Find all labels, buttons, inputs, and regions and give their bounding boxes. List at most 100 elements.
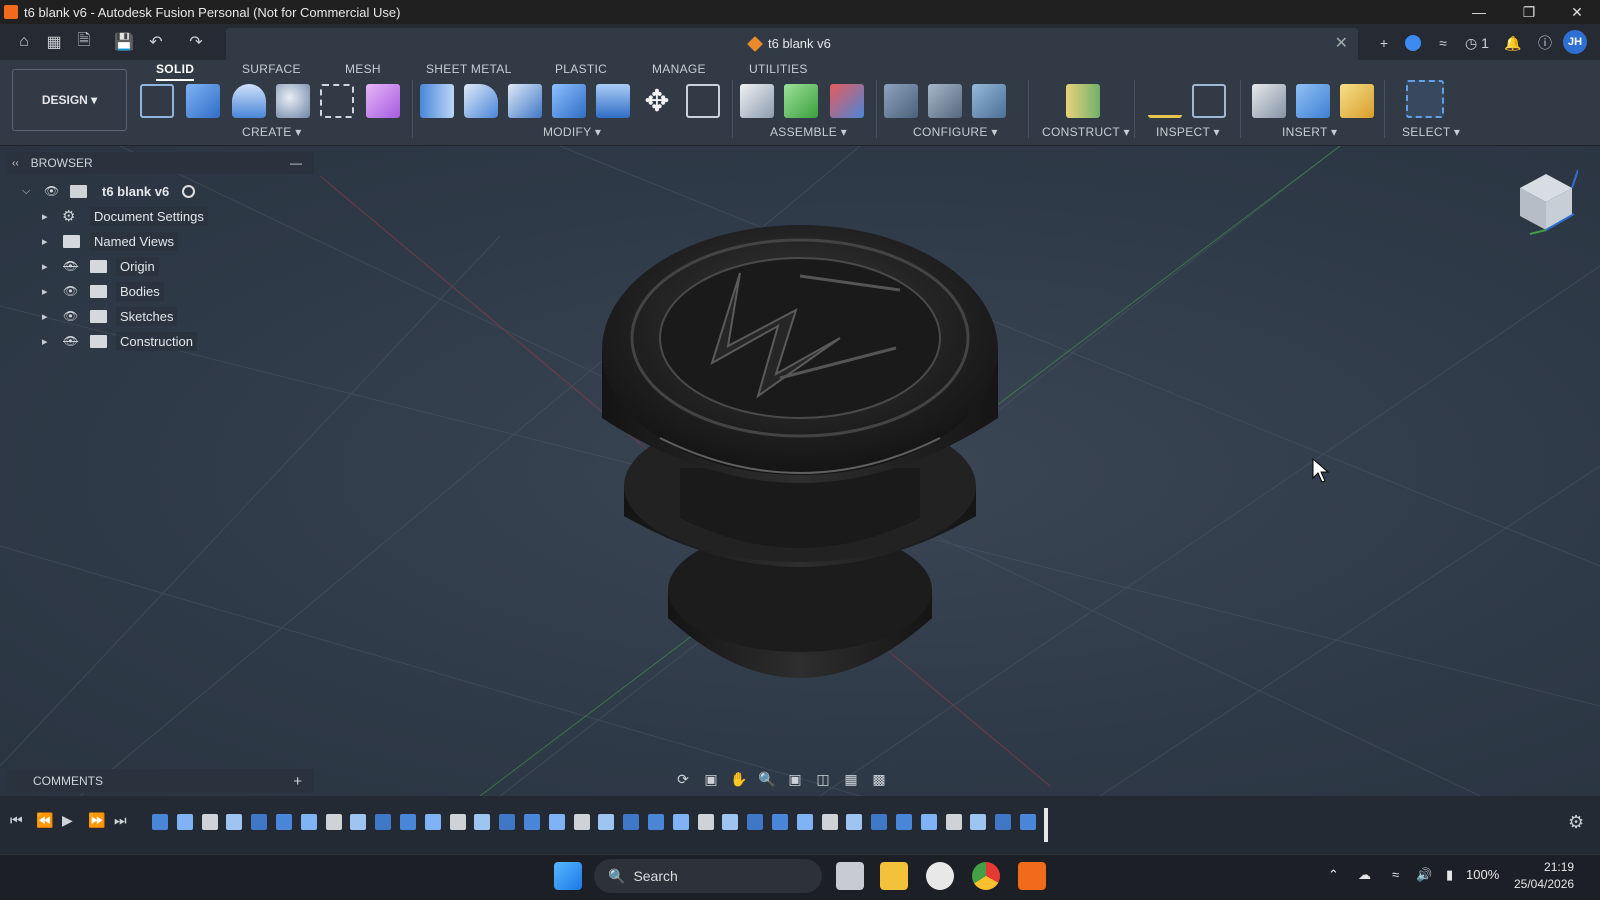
- onedrive-icon[interactable]: ☁: [1358, 867, 1371, 883]
- group-assemble[interactable]: ASSEMBLE ▾: [770, 125, 847, 139]
- chevron-right-icon[interactable]: ▸: [42, 235, 48, 248]
- timeline-feature-icon[interactable]: [598, 814, 615, 830]
- group-select[interactable]: SELECT ▾: [1402, 125, 1460, 139]
- home-icon[interactable]: ⌂: [14, 32, 34, 52]
- timeline-feature-icon[interactable]: [548, 814, 565, 830]
- add-comment-icon[interactable]: +: [293, 773, 302, 790]
- as-built-joint-icon[interactable]: [784, 84, 818, 118]
- joint-origin-icon[interactable]: [830, 84, 864, 118]
- configuration-table-icon[interactable]: [928, 84, 962, 118]
- group-insert[interactable]: INSERT ▾: [1282, 125, 1337, 139]
- timeline-feature-icon[interactable]: [201, 814, 218, 830]
- minimize-browser-icon[interactable]: —: [290, 156, 302, 170]
- extrude-icon[interactable]: [186, 84, 220, 118]
- start-icon[interactable]: [554, 862, 582, 890]
- timeline-feature-icon[interactable]: [300, 814, 317, 830]
- timeline-feature-icon[interactable]: [474, 814, 491, 830]
- fillet-icon[interactable]: [464, 84, 498, 118]
- viewports-icon[interactable]: ▩: [868, 769, 890, 789]
- wifi-icon[interactable]: ≈: [1392, 867, 1399, 882]
- data-panel-icon[interactable]: ▦: [44, 32, 64, 52]
- timeline-feature-icon[interactable]: [722, 814, 739, 830]
- timeline-feature-icon[interactable]: [871, 814, 888, 830]
- hole-icon[interactable]: [276, 84, 310, 118]
- timeline-feature-icon[interactable]: [846, 814, 863, 830]
- job-status-icon[interactable]: ◷ 1: [1460, 32, 1494, 54]
- eye-hidden-icon[interactable]: 👁: [63, 334, 78, 348]
- browser-item-named-views[interactable]: ▸ Named Views: [0, 230, 320, 252]
- chevron-right-icon[interactable]: ▸: [42, 310, 48, 323]
- move-copy-icon[interactable]: ✥: [640, 84, 674, 118]
- timeline-feature-icon[interactable]: [697, 814, 714, 830]
- timeline-feature-icon[interactable]: [796, 814, 813, 830]
- taskbar-search[interactable]: 🔍 Search: [594, 859, 822, 893]
- browser-item-bodies[interactable]: ▸ 👁 Bodies: [0, 280, 320, 302]
- timeline-feature-icon[interactable]: [573, 814, 590, 830]
- orbit-icon[interactable]: ⟳: [672, 769, 694, 789]
- battery-icon[interactable]: ▮: [1446, 867, 1453, 883]
- timeline-feature-icon[interactable]: [152, 814, 168, 830]
- eye-icon[interactable]: 👁: [63, 284, 78, 298]
- close-icon[interactable]: ✕: [1554, 0, 1600, 24]
- timeline-first-icon[interactable]: ⏮: [10, 812, 23, 829]
- collapse-browser-icon[interactable]: ‹‹: [12, 158, 19, 169]
- chrome-icon[interactable]: [972, 862, 1000, 890]
- timeline-settings-gear-icon[interactable]: ⚙: [1568, 812, 1584, 833]
- chevron-right-icon[interactable]: ▸: [42, 335, 48, 348]
- timeline-feature-icon[interactable]: [276, 814, 292, 830]
- timeline-next-icon[interactable]: ⏩: [88, 812, 105, 829]
- chamfer-icon[interactable]: [508, 84, 542, 118]
- timeline-feature-icon[interactable]: [400, 814, 416, 830]
- timeline-feature-icon[interactable]: [350, 814, 367, 830]
- new-component-icon[interactable]: [366, 84, 400, 118]
- timeline-prev-icon[interactable]: ⏪: [36, 812, 53, 829]
- undo-icon[interactable]: ↶: [146, 32, 166, 52]
- timeline-feature-icon[interactable]: [226, 814, 243, 830]
- offset-plane-icon[interactable]: [1066, 84, 1100, 118]
- timeline-feature-icon[interactable]: [524, 814, 540, 830]
- group-create[interactable]: CREATE ▾: [242, 125, 302, 139]
- group-modify[interactable]: MODIFY ▾: [543, 125, 601, 139]
- revolve-icon[interactable]: [232, 84, 266, 118]
- autodesk-app-icon[interactable]: [926, 862, 954, 890]
- timeline-feature-icon[interactable]: [995, 814, 1012, 830]
- tab-plastic[interactable]: PLASTIC: [555, 62, 607, 76]
- timeline-last-icon[interactable]: ⏭: [114, 812, 127, 829]
- insert-mesh-icon[interactable]: [1340, 84, 1374, 118]
- user-avatar[interactable]: JH: [1563, 30, 1587, 54]
- timeline-feature-icon[interactable]: [821, 814, 838, 830]
- physical-material-icon[interactable]: [686, 84, 720, 118]
- section-analysis-icon[interactable]: [1192, 84, 1226, 118]
- create-sketch-icon[interactable]: [140, 84, 174, 118]
- pan-icon[interactable]: ✋: [728, 769, 750, 789]
- chevron-down-icon[interactable]: ⌵: [22, 185, 30, 198]
- timeline-feature-icon[interactable]: [896, 814, 912, 830]
- select-icon[interactable]: [1406, 80, 1444, 118]
- browser-root-row[interactable]: ⌵ 👁 t6 blank v6: [0, 180, 320, 202]
- volume-icon[interactable]: 🔊: [1416, 867, 1432, 883]
- measure-icon[interactable]: [1148, 84, 1182, 118]
- save-icon[interactable]: 💾: [114, 32, 134, 52]
- grid-settings-icon[interactable]: ▦: [840, 769, 862, 789]
- document-tab[interactable]: t6 blank v6 ✕: [226, 28, 1358, 60]
- timeline-feature-icon[interactable]: [648, 814, 664, 830]
- restore-icon[interactable]: ❐: [1506, 0, 1552, 24]
- browser-item-origin[interactable]: ▸ 👁 Origin: [0, 255, 320, 277]
- timeline-feature-icon[interactable]: [772, 814, 788, 830]
- workspace-switcher[interactable]: DESIGN ▾: [12, 69, 127, 131]
- timeline-feature-icon[interactable]: [970, 814, 987, 830]
- file-menu-icon[interactable]: 🗎: [74, 32, 94, 52]
- look-at-icon[interactable]: ▣: [700, 769, 722, 789]
- chevron-right-icon[interactable]: ▸: [42, 210, 48, 223]
- pattern-icon[interactable]: [320, 84, 354, 118]
- close-tab-icon[interactable]: ✕: [1335, 33, 1348, 53]
- fusion-taskbar-icon[interactable]: [1018, 862, 1046, 890]
- file-explorer-icon[interactable]: [880, 862, 908, 890]
- tab-surface[interactable]: SURFACE: [242, 62, 301, 76]
- minimize-icon[interactable]: —: [1456, 0, 1502, 24]
- browser-item-construction[interactable]: ▸ 👁 Construction: [0, 330, 320, 352]
- timeline-marker[interactable]: [1044, 808, 1048, 842]
- insert-canvas-icon[interactable]: [1296, 84, 1330, 118]
- timeline-feature-icon[interactable]: [449, 814, 466, 830]
- new-joint-icon[interactable]: [740, 84, 774, 118]
